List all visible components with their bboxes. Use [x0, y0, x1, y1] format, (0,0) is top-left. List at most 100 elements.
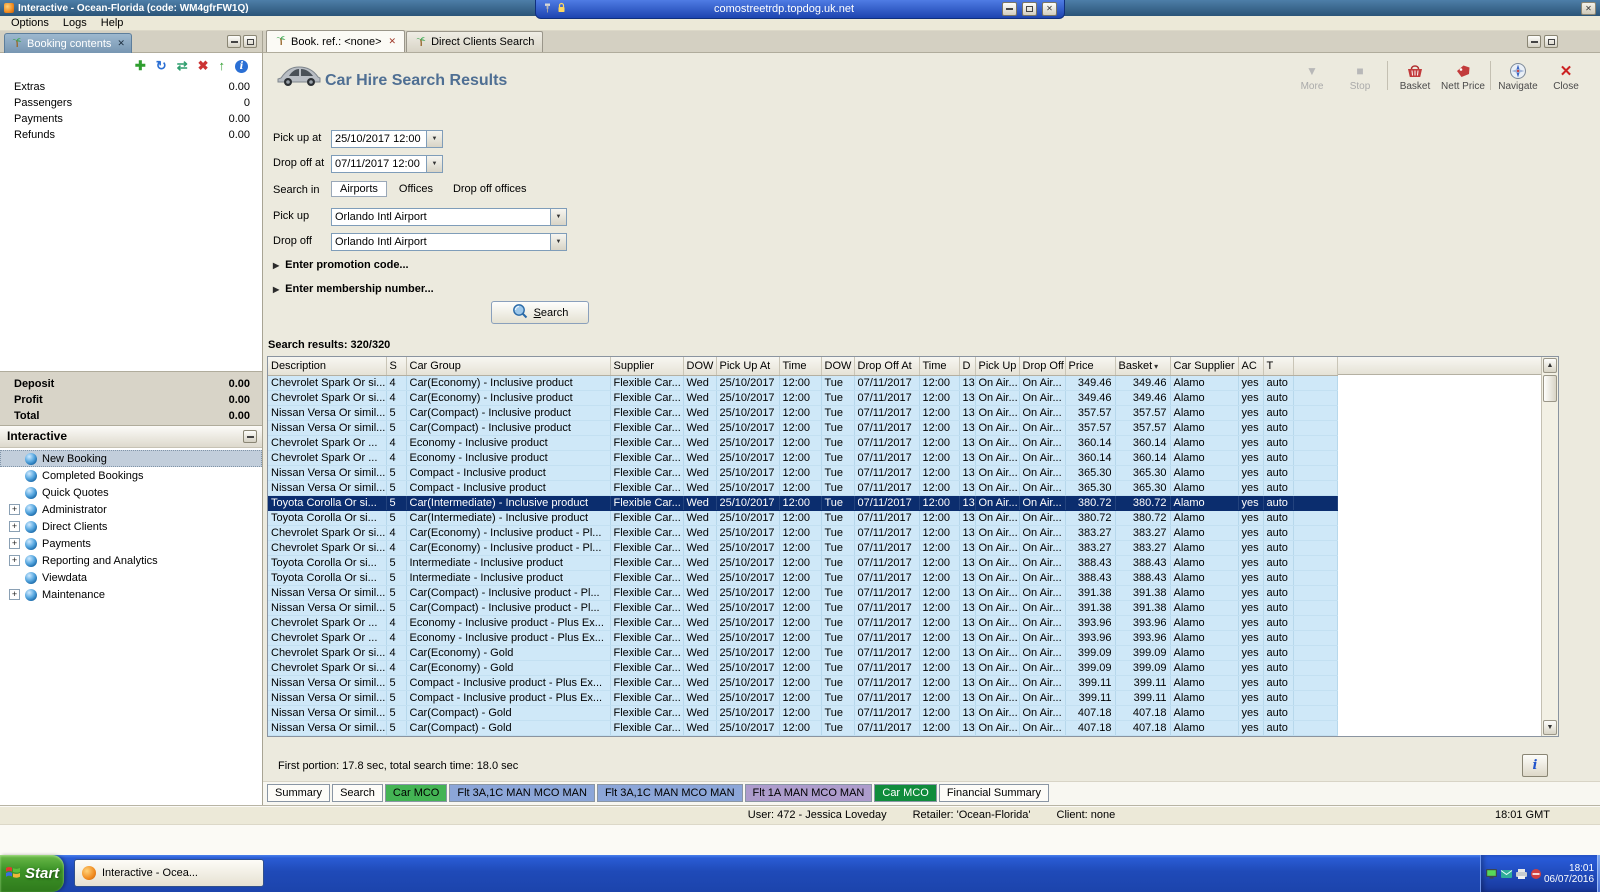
window-close-button[interactable]: ✕	[1581, 2, 1596, 15]
basket-button[interactable]: Basket	[1391, 57, 1439, 94]
pickup-combo[interactable]: ▼	[331, 208, 567, 226]
dropoff-at-field[interactable]: ▼	[331, 155, 443, 173]
mdi-minimize-button[interactable]	[1527, 35, 1541, 48]
nav-item-quick-quotes[interactable]: Quick Quotes	[0, 484, 262, 501]
table-row[interactable]: Chevrolet Spark Or ...4Economy - Inclusi…	[268, 630, 1337, 645]
scroll-up-button[interactable]: ▲	[1543, 358, 1557, 373]
column-header-car-supplier-15[interactable]: Car Supplier	[1170, 357, 1238, 375]
menu-item-logs[interactable]: Logs	[56, 17, 94, 29]
scroll-thumb[interactable]	[1543, 375, 1557, 402]
doc-tab-direct-clients-search[interactable]: Direct Clients Search	[406, 31, 543, 52]
table-row[interactable]: Nissan Versa Or simil...5Compact - Inclu…	[268, 480, 1337, 495]
search-in-tab-drop-off-offices[interactable]: Drop off offices	[445, 182, 535, 196]
table-row[interactable]: Chevrolet Spark Or si...4Car(Economy) - …	[268, 390, 1337, 405]
pickup-at-dropdown-button[interactable]: ▼	[426, 131, 442, 147]
scroll-down-button[interactable]: ▼	[1543, 720, 1557, 735]
nav-collapse-button[interactable]	[243, 430, 257, 443]
pickup-at-input[interactable]	[332, 131, 426, 147]
info-button[interactable]: i	[1522, 754, 1548, 777]
table-row[interactable]: Chevrolet Spark Or ...4Economy - Inclusi…	[268, 450, 1337, 465]
nav-item-completed-bookings[interactable]: Completed Bookings	[0, 467, 262, 484]
panel-maximize-button[interactable]	[243, 35, 257, 48]
refresh-icon[interactable]: ↻	[156, 59, 167, 73]
monitor-icon[interactable]	[1485, 868, 1498, 880]
dropoff-combo[interactable]: ▼	[331, 233, 567, 251]
column-header-d-10[interactable]: D	[959, 357, 975, 375]
dropoff-combo-input[interactable]	[332, 234, 550, 250]
tab-close-icon[interactable]: ✕	[117, 38, 125, 49]
expand-icon[interactable]: +	[9, 555, 20, 566]
column-header-drop-off-12[interactable]: Drop Off	[1019, 357, 1065, 375]
table-row[interactable]: Chevrolet Spark Or si...4Car(Economy) - …	[268, 660, 1337, 675]
promo-expander[interactable]: ▶ Enter promotion code...	[273, 259, 409, 271]
table-row[interactable]: Chevrolet Spark Or si...4Car(Economy) - …	[268, 540, 1337, 555]
panel-minimize-button[interactable]	[227, 35, 241, 48]
table-row[interactable]: Nissan Versa Or simil...5Car(Compact) - …	[268, 600, 1337, 615]
bottom-tab-financial-summary[interactable]: Financial Summary	[939, 784, 1049, 802]
alert-icon[interactable]	[1530, 868, 1542, 880]
table-row[interactable]: Chevrolet Spark Or si...4Car(Economy) - …	[268, 375, 1337, 390]
column-header-pick-up-11[interactable]: Pick Up	[975, 357, 1019, 375]
membership-expander[interactable]: ▶ Enter membership number...	[273, 283, 434, 295]
column-header-price-13[interactable]: Price	[1065, 357, 1115, 375]
results-scrollbar[interactable]: ▲ ▼	[1541, 357, 1558, 736]
search-in-tab-offices[interactable]: Offices	[391, 182, 441, 196]
column-header-time-9[interactable]: Time	[919, 357, 959, 375]
rdp-minimize-button[interactable]	[1002, 2, 1017, 16]
table-row[interactable]: Nissan Versa Or simil...5Compact - Inclu…	[268, 465, 1337, 480]
menu-item-help[interactable]: Help	[94, 17, 131, 29]
booking-contents-tab[interactable]: Booking contents ✕	[4, 33, 132, 53]
bottom-tab-car-mco[interactable]: Car MCO	[874, 784, 936, 802]
taskbar-task[interactable]: Interactive - Ocea...	[74, 859, 264, 887]
rdp-close-button[interactable]: ✕	[1042, 2, 1057, 16]
transfer-icon[interactable]: ⇄	[177, 59, 188, 73]
printer-icon[interactable]	[1515, 868, 1528, 880]
column-header-time-6[interactable]: Time	[779, 357, 821, 375]
table-row[interactable]: Nissan Versa Or simil...5Car(Compact) - …	[268, 405, 1337, 420]
column-header-t-17[interactable]: T	[1263, 357, 1293, 375]
column-header-basket-14[interactable]: Basket▾	[1115, 357, 1170, 375]
table-row[interactable]: Toyota Corolla Or si...5Car(Intermediate…	[268, 495, 1337, 510]
table-row[interactable]: Chevrolet Spark Or si...4Car(Economy) - …	[268, 525, 1337, 540]
expand-icon[interactable]: +	[9, 538, 20, 549]
table-row[interactable]: Chevrolet Spark Or ...4Economy - Inclusi…	[268, 435, 1337, 450]
upload-icon[interactable]: ↑	[219, 59, 226, 73]
nav-item-new-booking[interactable]: New Booking	[0, 450, 262, 467]
column-header-description-0[interactable]: Description	[268, 357, 386, 375]
bottom-tab-flt-1a-man-mco-man[interactable]: Flt 1A MAN MCO MAN	[745, 784, 873, 802]
expand-icon[interactable]: +	[9, 504, 20, 515]
column-header-dow-7[interactable]: DOW	[821, 357, 854, 375]
column-header-ac-16[interactable]: AC	[1238, 357, 1263, 375]
table-row[interactable]: Nissan Versa Or simil...5Car(Compact) - …	[268, 720, 1337, 735]
table-row[interactable]: Nissan Versa Or simil...5Car(Compact) - …	[268, 585, 1337, 600]
table-row[interactable]: Nissan Versa Or simil...5Compact - Inclu…	[268, 675, 1337, 690]
table-row[interactable]: Nissan Versa Or simil...5Car(Compact) - …	[268, 420, 1337, 435]
column-header-s-1[interactable]: S	[386, 357, 406, 375]
table-row[interactable]: Nissan Versa Or simil...5Car(Compact) - …	[268, 705, 1337, 720]
pin-icon[interactable]	[543, 2, 552, 17]
nav-item-reporting-and-analytics[interactable]: +Reporting and Analytics	[0, 552, 262, 569]
navigate-button[interactable]: Navigate	[1494, 57, 1542, 94]
mdi-maximize-button[interactable]	[1544, 35, 1558, 48]
nav-item-payments[interactable]: +Payments	[0, 535, 262, 552]
column-header-pick-up-at-5[interactable]: Pick Up At	[716, 357, 779, 375]
delete-icon[interactable]: ✖	[198, 59, 209, 73]
search-in-tab-airports[interactable]: Airports	[331, 181, 387, 197]
pickup-at-field[interactable]: ▼	[331, 130, 443, 148]
table-row[interactable]: Chevrolet Spark Or ...4Economy - Inclusi…	[268, 615, 1337, 630]
tab-close-icon[interactable]: ✕	[389, 36, 397, 47]
expand-icon[interactable]: +	[9, 521, 20, 532]
dropoff-combo-dropdown-button[interactable]: ▼	[550, 234, 566, 250]
table-row[interactable]: Nissan Versa Or simil...5Compact - Inclu…	[268, 690, 1337, 705]
mail-icon[interactable]	[1500, 868, 1513, 879]
bottom-tab-summary[interactable]: Summary	[267, 784, 330, 802]
bottom-tab-flt-3a-1c-man-mco-man[interactable]: Flt 3A,1C MAN MCO MAN	[597, 784, 743, 802]
table-row[interactable]: Chevrolet Spark Or si...4Car(Economy) - …	[268, 645, 1337, 660]
column-header-dow-4[interactable]: DOW	[683, 357, 716, 375]
info-icon[interactable]: i	[235, 60, 248, 73]
bottom-tab-car-mco[interactable]: Car MCO	[385, 784, 447, 802]
pickup-combo-input[interactable]	[332, 209, 550, 225]
nav-item-administrator[interactable]: +Administrator	[0, 501, 262, 518]
search-button[interactable]: Search	[491, 301, 589, 324]
table-row[interactable]: Toyota Corolla Or si...5Intermediate - I…	[268, 555, 1337, 570]
